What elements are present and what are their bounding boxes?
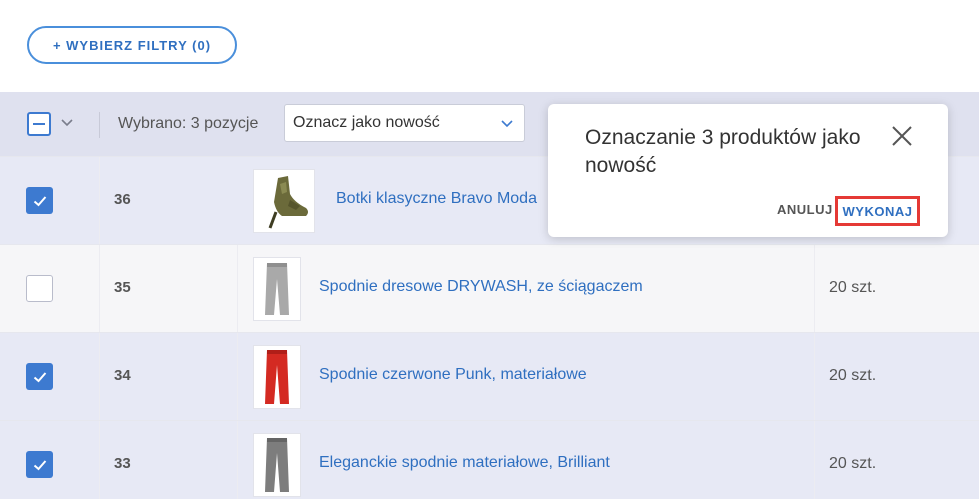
chevron-down-icon[interactable] [60, 116, 74, 130]
stock-quantity: 20 szt. [829, 455, 877, 472]
divider [237, 245, 238, 333]
confirm-popup: Oznaczanie 3 produktów jako nowość ANULU… [548, 104, 948, 237]
boot-image [268, 176, 308, 229]
divider [237, 333, 238, 421]
check-icon [33, 459, 46, 470]
divider [99, 112, 100, 138]
table-row: 34 Spodnie czerwone Punk, materiałowe 20… [0, 332, 979, 421]
select-all-checkbox[interactable] [27, 112, 51, 136]
product-thumbnail[interactable] [253, 257, 301, 321]
chevron-down-icon [501, 120, 513, 128]
selected-count-text: Wybrano: 3 pozycje [118, 115, 259, 132]
product-id: 33 [114, 455, 131, 472]
cancel-button[interactable]: ANULUJ [777, 202, 833, 217]
red-trousers-image [265, 350, 289, 404]
check-icon [33, 371, 46, 382]
stock-quantity: 20 szt. [829, 279, 877, 296]
top-bar: + WYBIERZ FILTRY (0) [0, 0, 979, 92]
product-id: 36 [114, 191, 131, 208]
popup-title: Oznaczanie 3 produktów jako nowość [585, 126, 861, 177]
divider [99, 157, 100, 245]
product-thumbnail[interactable] [253, 169, 315, 233]
row-checkbox[interactable] [26, 187, 53, 214]
divider [814, 245, 815, 333]
product-id: 34 [114, 367, 131, 384]
minus-icon [33, 123, 45, 125]
product-name-link[interactable]: Botki klasyczne Bravo Moda [336, 190, 537, 208]
divider [814, 421, 815, 499]
product-thumbnail[interactable] [253, 345, 301, 409]
close-icon[interactable] [890, 124, 914, 148]
execute-button[interactable]: WYKONAJ [835, 196, 920, 226]
divider [99, 421, 100, 499]
row-checkbox[interactable] [26, 275, 53, 302]
table-row: 33 Eleganckie spodnie materiałowe, Brill… [0, 420, 979, 499]
table-row: 35 Spodnie dresowe DRYWASH, ze ściągacze… [0, 244, 979, 333]
divider [99, 333, 100, 421]
divider [99, 245, 100, 333]
row-checkbox[interactable] [26, 363, 53, 390]
row-checkbox[interactable] [26, 451, 53, 478]
sweatpants-image [265, 263, 289, 315]
stock-quantity: 20 szt. [829, 367, 877, 384]
product-name-link[interactable]: Eleganckie spodnie materiałowe, Brillian… [319, 454, 610, 472]
bulk-action-select[interactable]: Oznacz jako nowość [284, 104, 525, 142]
divider [814, 333, 815, 421]
product-thumbnail[interactable] [253, 433, 301, 497]
product-name-link[interactable]: Spodnie dresowe DRYWASH, ze ściągaczem [319, 278, 643, 296]
product-id: 35 [114, 279, 131, 296]
check-icon [33, 195, 46, 206]
choose-filters-button[interactable]: + WYBIERZ FILTRY (0) [27, 26, 237, 64]
bulk-action-value: Oznacz jako nowość [293, 114, 440, 131]
grey-trousers-image [265, 438, 289, 492]
divider [237, 421, 238, 499]
product-name-link[interactable]: Spodnie czerwone Punk, materiałowe [319, 366, 587, 384]
